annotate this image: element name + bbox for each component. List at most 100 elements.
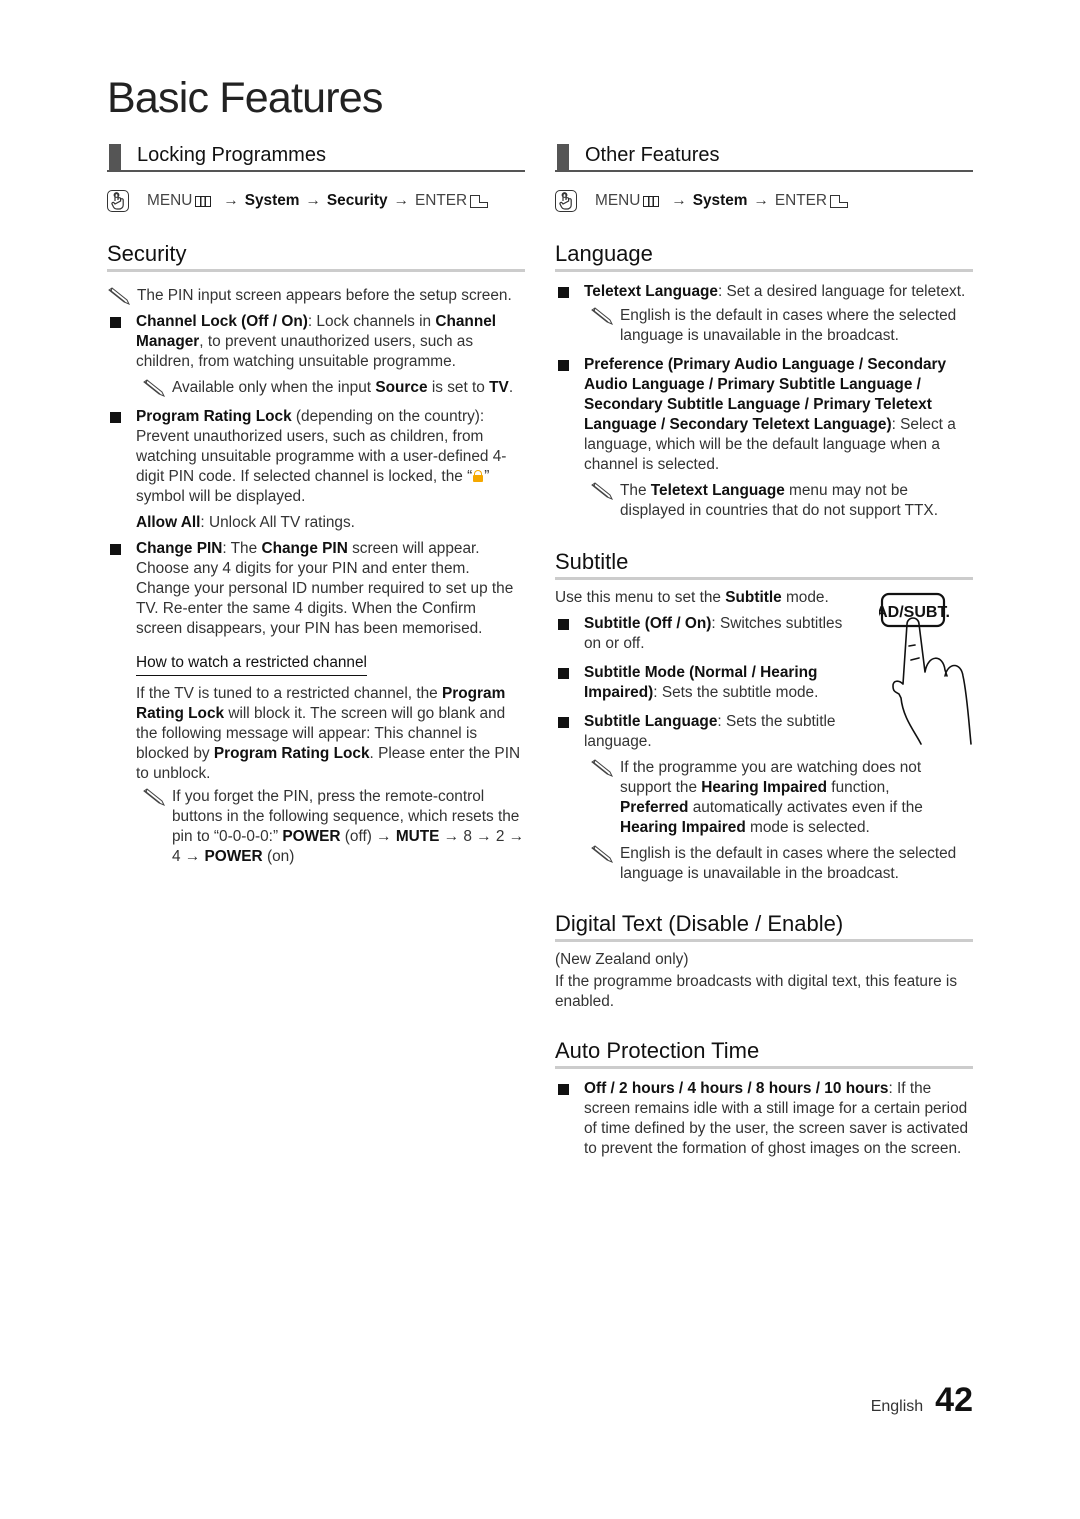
page-footer: English 42 <box>871 1380 973 1420</box>
arrow: → <box>223 192 239 209</box>
digital-text-description: If the programme broadcasts with digital… <box>555 973 958 1010</box>
lock-icon <box>472 470 484 482</box>
text: mode. <box>781 589 829 606</box>
restricted-channel-text: If the TV is tuned to a restricted chann… <box>136 684 525 784</box>
menu-step-system: System <box>244 192 300 209</box>
bullet-square-icon <box>110 317 121 328</box>
note: Available only when the input Source is … <box>142 378 525 398</box>
list-item-change-pin: Change PIN: The Change PIN screen will a… <box>107 539 525 639</box>
note-bold: POWER <box>204 848 263 865</box>
item-label: Teletext Language <box>584 283 718 300</box>
arrow: → <box>671 192 687 209</box>
bullet-square-icon <box>558 668 569 679</box>
note-text: (on) <box>262 848 295 865</box>
note-text: function, <box>827 779 890 796</box>
note-forgot-pin: If you forget the PIN, press the remote-… <box>142 787 525 867</box>
menu-grid-icon <box>195 195 212 207</box>
menu-hand-icon <box>555 190 577 212</box>
bullet-square-icon <box>558 287 569 298</box>
list-item-auto-protection: Off / 2 hours / 4 hours / 8 hours / 10 h… <box>555 1079 973 1159</box>
subtitle-section: Subtitle AD/SUBT. Use this menu to set t… <box>555 548 973 884</box>
note-text: mode is selected. <box>745 819 870 836</box>
bullet-square-icon <box>558 717 569 728</box>
note-text: (off) → <box>340 828 396 845</box>
note-pencil-icon <box>591 759 614 777</box>
list-item-subtitle-mode: Subtitle Mode (Normal / Hearing Impaired… <box>555 663 855 703</box>
heading-auto-protection-time: Auto Protection Time <box>555 1037 973 1069</box>
section-header-other-features: Other Features <box>555 138 973 172</box>
menu-step-security: Security <box>326 192 388 209</box>
digital-text-region: (New Zealand only) <box>555 951 689 968</box>
sub-text: : Unlock All TV ratings. <box>200 514 355 531</box>
bullet-square-icon <box>110 544 121 555</box>
note-bold: MUTE <box>395 828 440 845</box>
ad-subt-button-hand-icon: AD/SUBT. <box>879 592 972 745</box>
bold-text: Program Rating Lock <box>213 745 370 762</box>
item-text: : The <box>222 540 262 557</box>
arrow: → <box>305 192 321 209</box>
list-item-preference: Preference (Primary Audio Language / Sec… <box>555 355 973 475</box>
section-title: Other Features <box>585 144 720 166</box>
note: English is the default in cases where th… <box>590 306 973 346</box>
note: English is the default in cases where th… <box>590 844 973 884</box>
menu-path: MENU → System → Security → ENTER <box>107 186 525 216</box>
note-text: . <box>508 379 514 396</box>
section-title: Locking Programmes <box>137 144 326 166</box>
note-bold: Teletext Language <box>650 482 785 499</box>
right-column: Other Features MENU → System → ENTER Lan… <box>555 138 973 1159</box>
note-bold: Source <box>375 379 428 396</box>
list-item-subtitle-on-off: Subtitle (Off / On): Switches subtitles … <box>555 614 855 654</box>
note-text: The PIN input screen appears before the … <box>137 287 512 304</box>
footer-language: English <box>870 1398 924 1415</box>
arrow: → <box>753 192 769 209</box>
note-bold: TV <box>489 379 509 396</box>
item-label: Subtitle (Off / On) <box>584 615 712 632</box>
item-label: Program Rating Lock <box>136 408 292 425</box>
note-pencil-icon <box>591 307 614 325</box>
page-number: 42 <box>935 1381 973 1419</box>
item-label: Change PIN <box>136 540 223 557</box>
allow-all-text: Allow All: Unlock All TV ratings. <box>136 513 525 533</box>
note-bold: Preferred <box>620 799 689 816</box>
bullet-square-icon <box>558 1084 569 1095</box>
menu-step-system: System <box>692 192 748 209</box>
item-text: : Lock channels in <box>307 313 436 330</box>
note-text: automatically activates even if the <box>688 799 923 816</box>
section-header-locking-programmes: Locking Programmes <box>107 138 525 172</box>
note-hearing-impaired: If the programme you are watching does n… <box>590 758 930 838</box>
list-item-teletext-language: Teletext Language: Set a desired languag… <box>555 282 973 302</box>
heading-security: Security <box>107 240 525 272</box>
note-text: English is the default in cases where th… <box>620 845 957 882</box>
text: Use this menu to set the <box>555 589 726 606</box>
note-pencil-icon <box>108 287 131 305</box>
note-bold: POWER <box>282 828 341 845</box>
enter-icon <box>470 194 489 208</box>
note-bold: Hearing Impaired <box>620 819 746 836</box>
list-item-channel-lock: Channel Lock (Off / On): Lock channels i… <box>107 312 525 372</box>
bullet-square-icon <box>110 412 121 423</box>
menu-label: MENU <box>595 192 641 209</box>
item-text: : Set a desired language for teletext. <box>717 283 966 300</box>
note-pencil-icon <box>143 379 166 397</box>
heading-language: Language <box>555 240 973 272</box>
note-text: English is the default in cases where th… <box>620 307 957 344</box>
arrow: → <box>393 192 410 209</box>
heading-digital-text: Digital Text (Disable / Enable) <box>555 910 973 942</box>
note-text: is set to <box>427 379 490 396</box>
enter-label: ENTER <box>415 192 468 209</box>
item-bold: Change PIN <box>261 540 348 557</box>
menu-label: MENU <box>147 192 193 209</box>
menu-hand-icon <box>107 190 129 212</box>
note: The Teletext Language menu may not be di… <box>590 481 973 521</box>
bullet-square-icon <box>558 619 569 630</box>
note: The PIN input screen appears before the … <box>107 286 525 306</box>
sub-label: Allow All <box>136 514 201 531</box>
enter-label: ENTER <box>774 192 828 209</box>
bullet-square-icon <box>558 360 569 371</box>
left-column: Locking Programmes MENU → System → Secur… <box>107 138 525 867</box>
text: If the TV is tuned to a restricted chann… <box>136 685 442 702</box>
note-pencil-icon <box>143 788 166 806</box>
menu-grid-icon <box>643 195 660 207</box>
item-label: Subtitle Language <box>584 713 718 730</box>
enter-icon <box>830 194 849 208</box>
